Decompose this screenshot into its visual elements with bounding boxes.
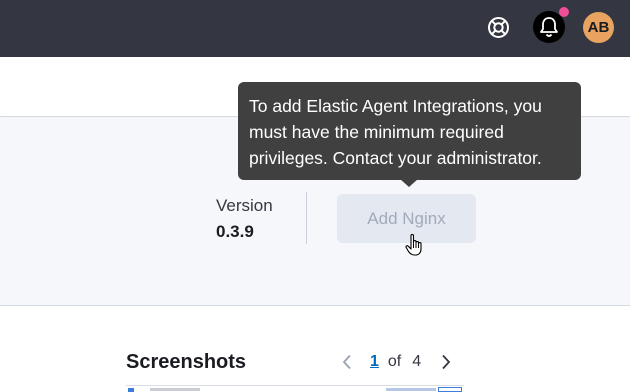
next-page-button[interactable] — [435, 350, 457, 374]
chevron-left-icon — [342, 354, 351, 370]
user-avatar[interactable]: AB — [583, 12, 614, 43]
page-of-label: of — [387, 353, 402, 370]
top-nav-bar: AB — [0, 0, 630, 57]
version-value: 0.3.9 — [216, 222, 254, 241]
bell-icon — [540, 17, 558, 37]
pointer-hand-icon — [404, 233, 426, 262]
tooltip-arrow — [400, 179, 418, 187]
previous-page-button[interactable] — [336, 350, 358, 374]
help-icon[interactable] — [486, 15, 511, 40]
permission-tooltip: To add Elastic Agent Integrations, you m… — [238, 82, 581, 180]
screenshot-thumbnail[interactable] — [126, 385, 464, 392]
total-pages: 4 — [412, 353, 422, 370]
screenshots-pagination: 1 of 4 — [336, 350, 457, 374]
chevron-right-icon — [442, 354, 451, 370]
version-label: Version — [216, 196, 273, 215]
divider — [306, 192, 307, 244]
screenshots-title: Screenshots — [126, 351, 247, 373]
notification-badge — [559, 7, 569, 17]
current-page-link[interactable]: 1 — [370, 353, 379, 371]
